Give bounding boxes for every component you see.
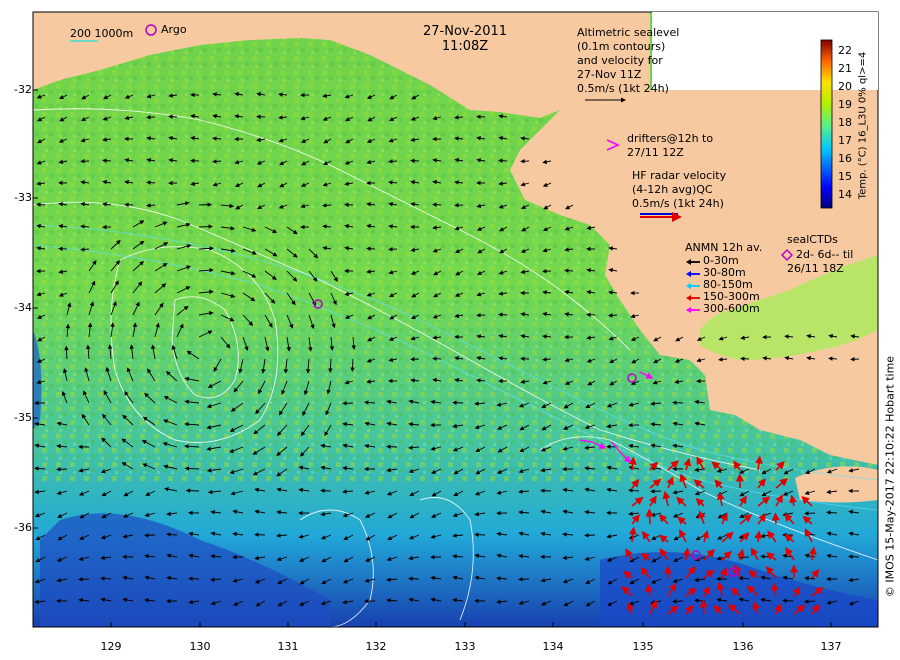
y-tick-label: -35 (14, 411, 32, 424)
map-time: 11:08Z (441, 39, 489, 54)
velocity-vector (366, 246, 376, 251)
velocity-vector (408, 576, 420, 581)
altimetry-note-line: 0.5m/s (1kt 24h) (577, 82, 669, 95)
depth-legend-label: 200 1000m (70, 27, 134, 40)
x-tick-label: 135 (632, 640, 654, 653)
credit: © IMOS 15-May-2017 22:10:22 Hobart time (883, 355, 897, 598)
x-tick-label: 136 (732, 640, 754, 653)
velocity-vector (804, 511, 816, 516)
y-tick-label: -36 (14, 521, 32, 534)
velocity-vector (432, 356, 442, 361)
hf-radar-vector (754, 530, 763, 543)
hf-radar-note-line: (4-12h avg)QC (632, 183, 713, 196)
altimetry-note-line: (0.1m contours) (577, 40, 666, 53)
velocity-vector (198, 224, 214, 229)
velocity-vector (672, 599, 684, 604)
velocity-vector (185, 488, 200, 493)
y-tick-label: -33 (14, 191, 32, 204)
x-tick-label: 130 (189, 640, 211, 653)
x-tick-label: 134 (542, 640, 564, 653)
velocity-vector (518, 577, 530, 582)
velocity-vector (198, 202, 212, 207)
seal-legend-line: 2d- 6d-- til (796, 248, 854, 261)
altimetry-note-line: Altimetric sealevel (577, 26, 680, 39)
velocity-vector (78, 577, 90, 582)
anmn-legend-item: 300-600m (703, 302, 760, 315)
velocity-vector (254, 532, 266, 537)
drifters-note-line: 27/11 12Z (627, 146, 684, 159)
y-tick-label: -34 (14, 301, 32, 314)
argo-legend-label: Argo (161, 23, 187, 36)
velocity-vector (386, 444, 398, 449)
x-tick-label: 133 (454, 640, 476, 653)
x-tick-label: 137 (820, 640, 842, 653)
hf-radar-vector (699, 599, 708, 615)
velocity-vector (56, 467, 68, 472)
x-tick-label: 129 (100, 640, 122, 653)
velocity-vector (320, 488, 332, 493)
velocity-vector (848, 554, 860, 559)
anmn-legend-title: ANMN 12h av. (685, 241, 763, 254)
hf-radar-note-line: 0.5m/s (1kt 24h) (632, 197, 724, 210)
velocity-vector (342, 401, 354, 406)
velocity-vector (672, 400, 684, 405)
drifters-note-line: drifters@12h to (627, 132, 714, 145)
y-tick-label: -32 (14, 83, 32, 96)
velocity-vector (432, 202, 442, 207)
x-tick-label: 132 (365, 640, 387, 653)
velocity-vector (564, 268, 574, 273)
sst-map (32, 11, 879, 628)
velocity-vector (584, 533, 596, 538)
seal-legend-line: 26/11 18Z (787, 262, 844, 275)
x-tick-label: 131 (277, 640, 299, 653)
hf-radar-vector (771, 512, 780, 525)
colorbar-title: Temp. (°C) 16_L3U 0% ql>=4 (857, 51, 869, 200)
map-date: 27-Nov-2011 (422, 24, 508, 39)
altimetry-note-line: 27-Nov 11Z (577, 68, 642, 81)
hf-radar-note-line: HF radar velocity (632, 169, 727, 182)
velocity-vector (650, 489, 662, 494)
velocity-vector (474, 532, 486, 537)
velocity-vector (452, 400, 464, 405)
velocity-vector (188, 576, 200, 581)
seal-legend-title: sealCTDs (787, 233, 838, 246)
colorbar (820, 39, 833, 209)
altimetry-note-line: and velocity for (577, 54, 663, 67)
velocity-vector (498, 158, 508, 163)
hf-radar-vector (645, 508, 654, 525)
velocity-vector (498, 312, 508, 317)
velocity-vector (540, 488, 552, 493)
velocity-vector (144, 533, 156, 538)
velocity-vector (782, 598, 794, 603)
